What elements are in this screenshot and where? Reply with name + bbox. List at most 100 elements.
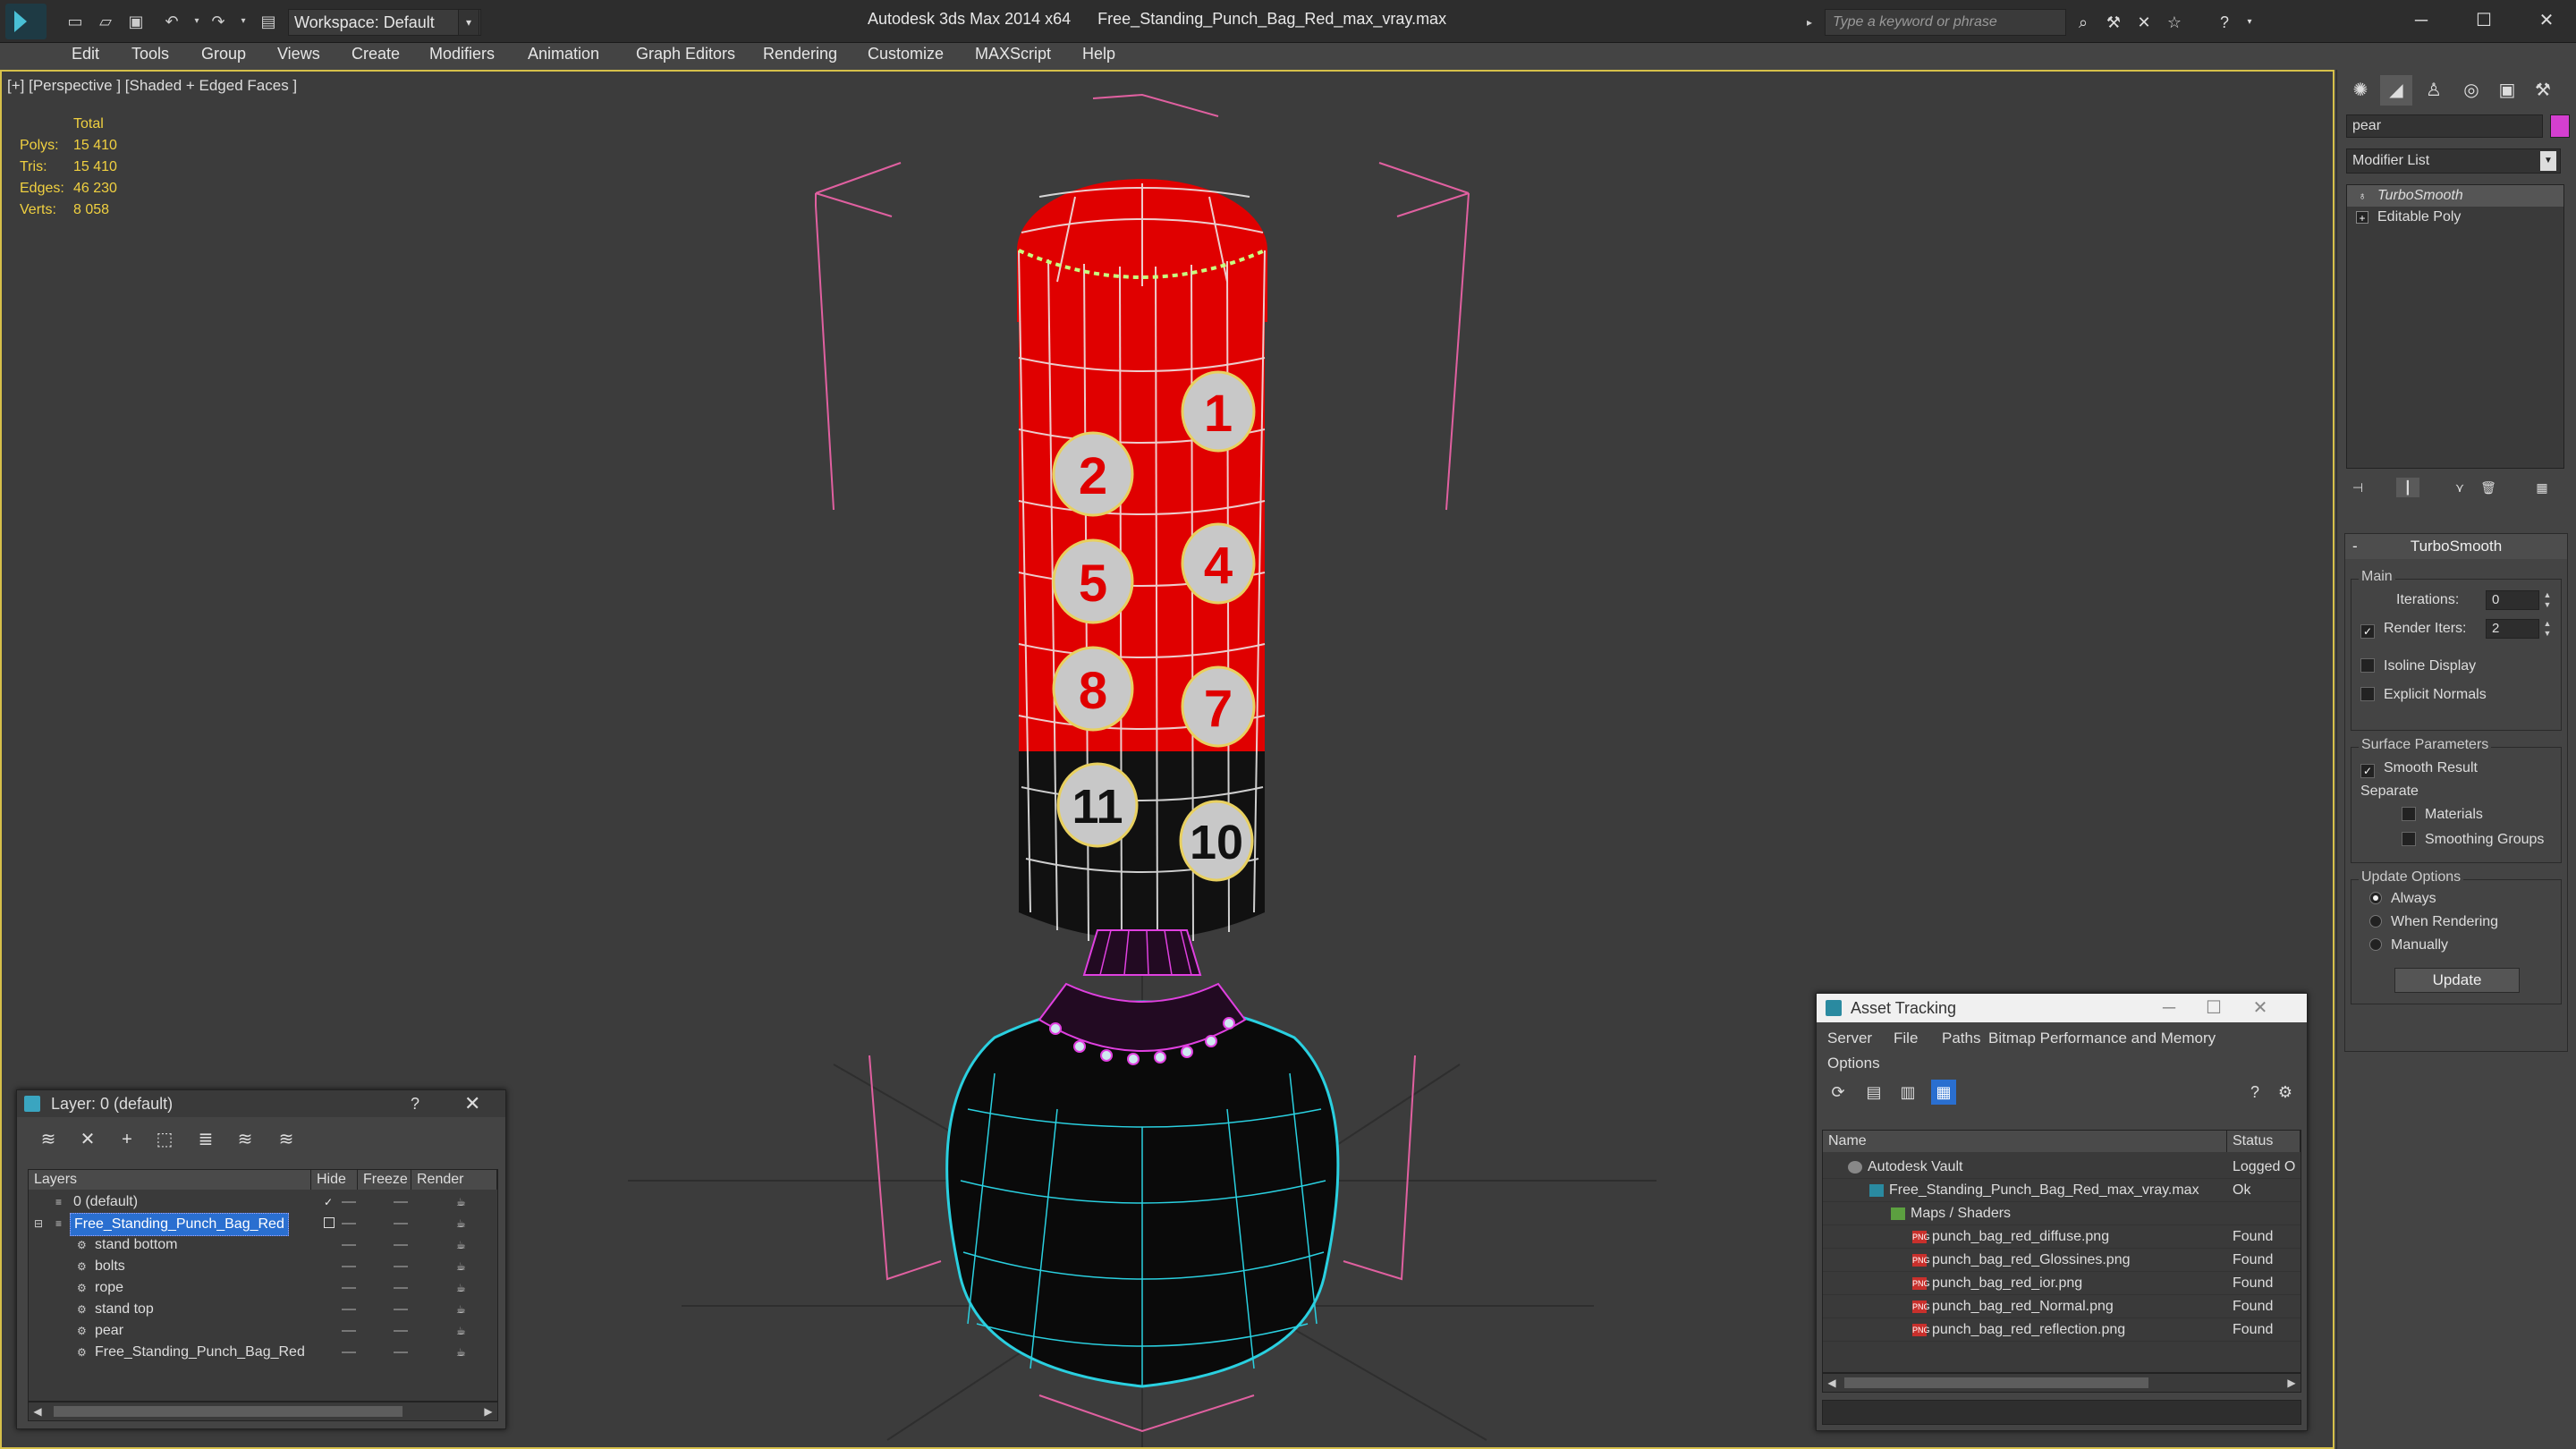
menu-customize[interactable]: Customize xyxy=(868,45,944,64)
column-name[interactable]: Name xyxy=(1823,1131,2227,1152)
modify-tab-icon[interactable]: ◢ xyxy=(2380,75,2412,106)
stack-item-turbosmooth[interactable]: ♁ TurboSmooth xyxy=(2347,185,2563,207)
layer-panel-titlebar[interactable]: Layer: 0 (default) ? ✕ xyxy=(17,1090,505,1117)
freeze-toggle[interactable] xyxy=(394,1244,408,1246)
undo-dropdown-icon[interactable]: ▾ xyxy=(186,11,208,32)
layer-horizontal-scrollbar[interactable]: ◀ ▶ xyxy=(28,1402,498,1421)
freeze-toggle[interactable] xyxy=(394,1223,408,1224)
rollout-header[interactable]: - TurboSmooth xyxy=(2345,534,2567,559)
column-render[interactable]: Render xyxy=(411,1170,497,1190)
add-to-layer-icon[interactable]: + xyxy=(114,1128,140,1151)
checkout-icon[interactable]: ▤ xyxy=(1861,1080,1886,1105)
search-expand-icon[interactable]: ▸ xyxy=(1807,11,1823,34)
quick-access-dropdown[interactable]: ▾ xyxy=(458,9,479,36)
teapot-render-icon[interactable]: ☕ xyxy=(456,1326,469,1336)
project-folder-icon[interactable]: ▤ xyxy=(258,11,279,32)
refresh-icon[interactable]: ⟳ xyxy=(1826,1080,1851,1105)
utilities-tab-icon[interactable]: ⚒ xyxy=(2527,75,2559,106)
menu-modifiers[interactable]: Modifiers xyxy=(429,45,495,64)
delete-layer-icon[interactable]: ✕ xyxy=(74,1128,101,1151)
layer-row[interactable]: ⚙ Free_Standing_Punch_Bag_Red ☕ xyxy=(29,1342,497,1363)
update-button[interactable]: Update xyxy=(2394,968,2520,993)
minimize-button[interactable]: ─ xyxy=(2151,994,2187,1022)
freeze-toggle[interactable] xyxy=(394,1330,408,1332)
asset-row[interactable]: Free_Standing_Punch_Bag_Red_max_vray.max… xyxy=(1823,1179,2301,1202)
teapot-render-icon[interactable]: ☕ xyxy=(456,1218,469,1229)
spinner-arrows-icon[interactable]: ▲ ▼ xyxy=(2541,590,2554,610)
asset-horizontal-scrollbar[interactable]: ◀ ▶ xyxy=(1822,1373,2301,1393)
hide-toggle[interactable] xyxy=(342,1309,356,1310)
layer-row[interactable]: ⊟ ≡ Free_Standing_Punch_Bag_Red ☕ xyxy=(29,1213,497,1236)
layer-list[interactable]: Layers Hide Freeze Render ≡ 0 (default) … xyxy=(28,1169,498,1402)
scrollbar-thumb[interactable] xyxy=(1844,1377,2148,1388)
make-unique-icon[interactable]: ⋎ xyxy=(2448,478,2471,497)
expand-plus-icon[interactable]: + xyxy=(2356,211,2368,225)
menu-rendering[interactable]: Rendering xyxy=(763,45,837,64)
app-logo-icon[interactable] xyxy=(5,4,47,39)
layer-row[interactable]: ⚙ bolts ☕ xyxy=(29,1256,497,1277)
column-hide[interactable]: Hide xyxy=(311,1170,358,1190)
hide-toggle[interactable] xyxy=(342,1287,356,1289)
hide-toggle[interactable] xyxy=(342,1352,356,1353)
asset-row[interactable]: PNG punch_bag_red_ior.png Found xyxy=(1823,1272,2301,1295)
teapot-render-icon[interactable]: ☕ xyxy=(456,1347,469,1358)
menu-tools[interactable]: Tools xyxy=(131,45,169,64)
teapot-render-icon[interactable]: ☕ xyxy=(456,1283,469,1293)
favorites-star-icon[interactable]: ☆ xyxy=(2163,11,2186,34)
asset-menu-options[interactable]: Options xyxy=(1827,1055,1880,1072)
teapot-render-icon[interactable]: ☕ xyxy=(456,1240,469,1250)
asset-menu-server[interactable]: Server xyxy=(1827,1030,1872,1047)
hide-toggle[interactable] xyxy=(342,1244,356,1246)
configure-sets-icon[interactable]: ▦ xyxy=(2530,478,2554,497)
create-tab-icon[interactable]: ✺ xyxy=(2344,75,2377,106)
teapot-render-icon[interactable]: ☕ xyxy=(456,1197,469,1208)
maximize-button[interactable]: ☐ xyxy=(2460,4,2508,38)
freeze-toggle[interactable] xyxy=(394,1287,408,1289)
remove-modifier-icon[interactable]: 🗑 xyxy=(2477,478,2500,497)
asset-row[interactable]: PNG punch_bag_red_reflection.png Found xyxy=(1823,1318,2301,1342)
layer-row[interactable]: ⚙ stand top ☕ xyxy=(29,1299,497,1320)
hide-toggle[interactable] xyxy=(342,1223,356,1224)
menu-edit[interactable]: Edit xyxy=(72,45,99,64)
isoline-display-checkbox[interactable]: Isoline Display xyxy=(2360,658,2476,674)
asset-row[interactable]: PNG punch_bag_red_Normal.png Found xyxy=(1823,1295,2301,1318)
render-iters-spinner[interactable]: 2 xyxy=(2486,619,2539,639)
redo-icon[interactable]: ↷ xyxy=(208,11,229,32)
redo-dropdown-icon[interactable]: ▾ xyxy=(233,11,254,32)
teapot-render-icon[interactable]: ☕ xyxy=(456,1304,469,1315)
help-icon[interactable]: ? xyxy=(2242,1080,2267,1105)
menu-graph-editors[interactable]: Graph Editors xyxy=(636,45,735,64)
active-layer-check-icon[interactable]: ✓ xyxy=(324,1196,336,1208)
freeze-all-layers-icon[interactable]: ≋ xyxy=(273,1128,300,1151)
search-input[interactable]: Type a keyword or phrase xyxy=(1825,9,2066,36)
save-file-icon[interactable]: ▣ xyxy=(125,11,147,32)
smooth-result-checkbox[interactable]: ✓ Smooth Result xyxy=(2360,760,2478,778)
maximize-button[interactable]: ☐ xyxy=(2196,994,2232,1022)
object-color-swatch[interactable] xyxy=(2550,114,2570,138)
manually-radio[interactable]: Manually xyxy=(2369,937,2448,953)
new-file-icon[interactable]: ▭ xyxy=(64,11,86,32)
menu-views[interactable]: Views xyxy=(277,45,320,64)
display-tab-icon[interactable]: ▣ xyxy=(2491,75,2523,106)
hide-toggle[interactable] xyxy=(342,1266,356,1267)
motion-tab-icon[interactable]: ◎ xyxy=(2455,75,2487,106)
when-rendering-radio[interactable]: When Rendering xyxy=(2369,914,2498,930)
asset-row[interactable]: PNG punch_bag_red_diffuse.png Found xyxy=(1823,1225,2301,1249)
object-name-field[interactable]: pear xyxy=(2346,114,2543,138)
pin-stack-icon[interactable]: ⊣ xyxy=(2346,478,2369,497)
menu-group[interactable]: Group xyxy=(201,45,246,64)
minimize-button[interactable]: ─ xyxy=(2397,4,2445,38)
smoothing-groups-checkbox[interactable]: Smoothing Groups xyxy=(2402,832,2544,848)
freeze-toggle[interactable] xyxy=(394,1201,408,1203)
viewport-label[interactable]: [+] [Perspective ] [Shaded + Edged Faces… xyxy=(7,77,297,95)
column-freeze[interactable]: Freeze xyxy=(358,1170,411,1190)
make-active-box-icon[interactable] xyxy=(324,1217,335,1228)
lightbulb-icon[interactable]: ♁ xyxy=(2356,190,2368,202)
iterations-spinner[interactable]: 0 xyxy=(2486,590,2539,610)
select-highlighted-icon[interactable]: ⬚ xyxy=(151,1128,178,1151)
show-end-result-icon[interactable]: ┃ xyxy=(2396,478,2419,497)
communication-icon[interactable]: ✕ xyxy=(2132,11,2156,34)
layer-row[interactable]: ⚙ rope ☕ xyxy=(29,1277,497,1299)
menu-maxscript[interactable]: MAXScript xyxy=(975,45,1051,64)
modifier-stack[interactable]: ♁ TurboSmooth + Editable Poly xyxy=(2346,184,2564,469)
